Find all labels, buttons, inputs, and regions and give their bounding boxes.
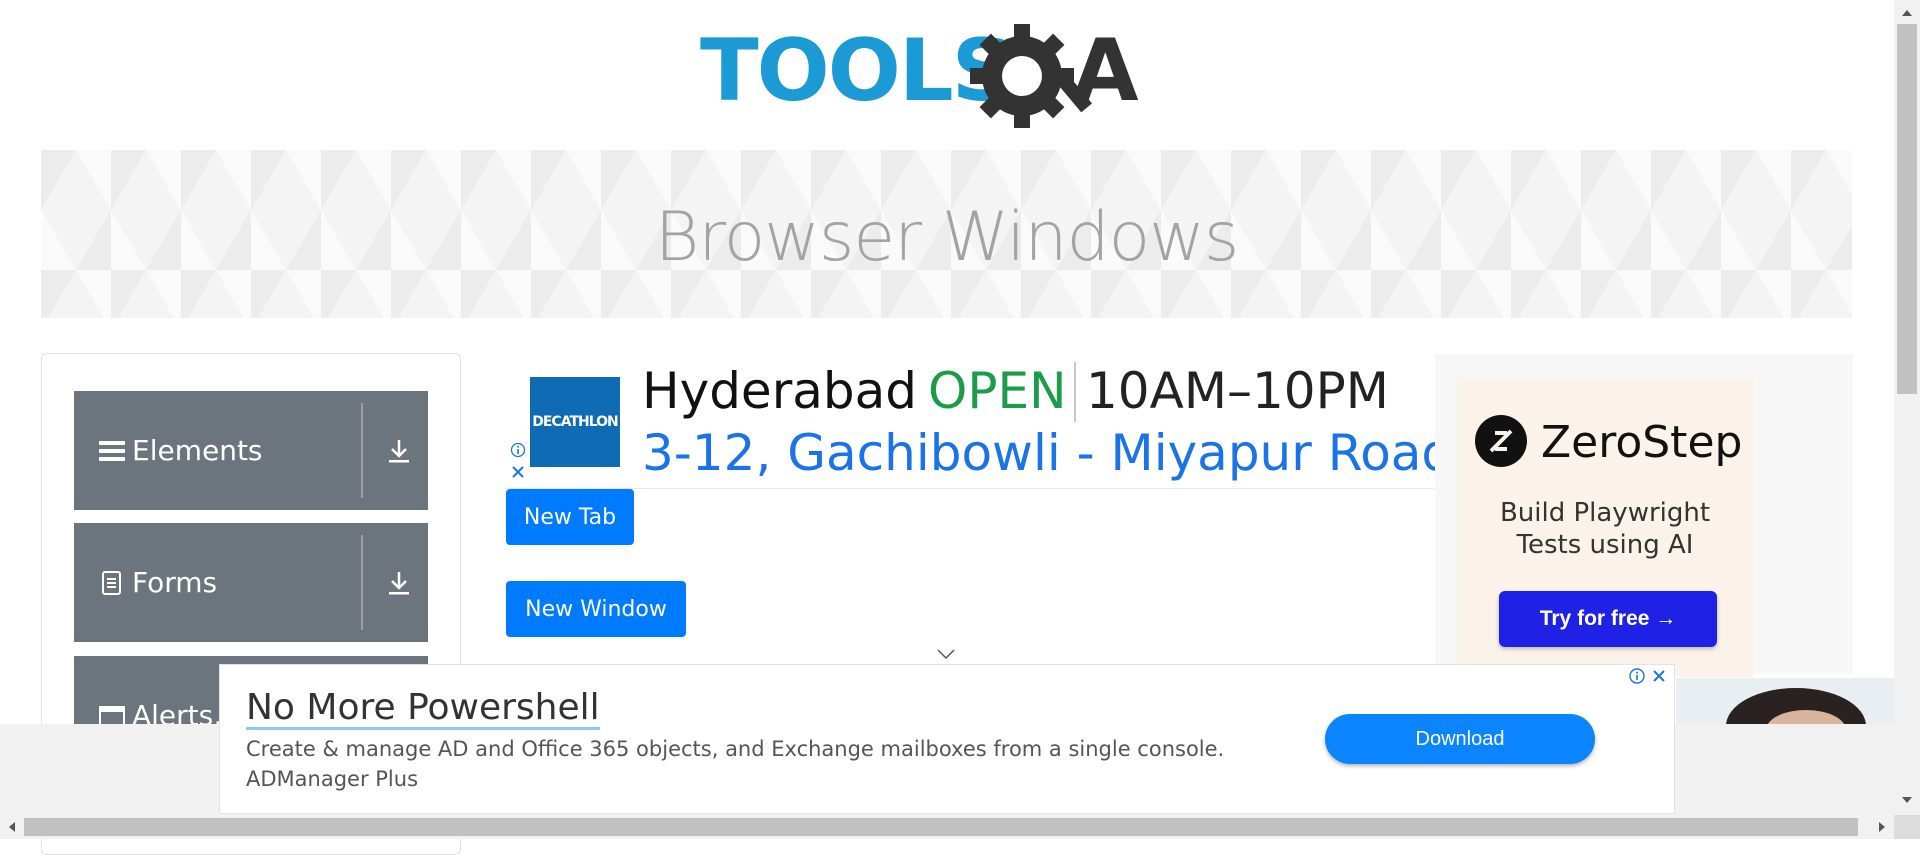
tagline-line: Build Playwright: [1499, 498, 1711, 528]
download-icon[interactable]: [384, 436, 414, 466]
page-title: Browser Windows: [654, 197, 1240, 277]
divider: [361, 535, 363, 630]
store-ad[interactable]: DECATHLON Hyderabad OPEN 10AM–10PM 3-12,…: [506, 354, 1517, 489]
new-window-button[interactable]: New Window: [506, 581, 686, 637]
tagline-line: Tests using AI: [1516, 530, 1694, 560]
ad-city: Hyderabad: [642, 362, 917, 420]
vertical-scroll-thumb[interactable]: [1897, 24, 1917, 394]
decathlon-logo: DECATHLON: [530, 377, 620, 467]
scrollbar-corner: [1894, 815, 1920, 839]
ad-title[interactable]: No More Powershell: [246, 689, 600, 730]
sidebar-group-label: Elements: [132, 434, 263, 467]
scroll-left-arrow-icon[interactable]: [6, 820, 18, 834]
toolsqa-logo[interactable]: TOOLS A: [700, 18, 1200, 136]
new-tab-button[interactable]: New Tab: [506, 489, 634, 545]
document-icon: [98, 569, 126, 597]
close-icon[interactable]: [510, 464, 526, 480]
zerostep-logo-icon: [1473, 413, 1529, 469]
ad-address-link[interactable]: 3-12, Gachibowli - Miyapur Road,...: [642, 424, 1517, 482]
try-for-free-button[interactable]: Try for free →: [1499, 591, 1717, 647]
divider: [1074, 362, 1076, 422]
ad-person-image: [1676, 678, 1894, 724]
zerostep-card: ZeroStep Build Playwright Tests using AI…: [1457, 377, 1753, 677]
logo-text-a: A: [1072, 21, 1139, 121]
info-icon[interactable]: [1628, 667, 1646, 685]
ad-open-status: OPEN: [928, 362, 1067, 420]
admanager-ad[interactable]: No More Powershell Create & manage AD an…: [219, 664, 1675, 814]
zerostep-name: ZeroStep: [1541, 417, 1743, 468]
scroll-up-arrow-icon[interactable]: [1900, 6, 1914, 18]
ad-description: Create & manage AD and Office 365 object…: [246, 737, 1225, 761]
scroll-down-arrow-icon[interactable]: [1900, 793, 1914, 805]
horizontal-scroll-thumb[interactable]: [24, 818, 1858, 836]
zerostep-tagline: Build Playwright Tests using AI: [1457, 497, 1753, 561]
ad-brand: ADManager Plus: [246, 767, 419, 791]
chevron-down-icon[interactable]: [936, 644, 956, 664]
divider: [361, 403, 363, 498]
page-banner: Browser Windows: [41, 150, 1852, 318]
logo-text-tools: TOOLS: [700, 21, 1012, 121]
sidebar-group-elements[interactable]: Elements: [74, 391, 428, 510]
sidebar-group-label: Forms: [132, 566, 218, 599]
scroll-right-arrow-icon[interactable]: [1876, 820, 1888, 834]
zerostep-ad[interactable]: ZeroStep Build Playwright Tests using AI…: [1435, 354, 1853, 677]
info-icon[interactable]: [510, 442, 526, 458]
close-icon[interactable]: [1650, 667, 1668, 685]
download-icon[interactable]: [384, 568, 414, 598]
download-button[interactable]: Download: [1325, 714, 1595, 764]
hamburger-icon: [98, 437, 126, 465]
sidebar-group-forms[interactable]: Forms: [74, 523, 428, 642]
ad-hours: 10AM–10PM: [1086, 362, 1389, 420]
